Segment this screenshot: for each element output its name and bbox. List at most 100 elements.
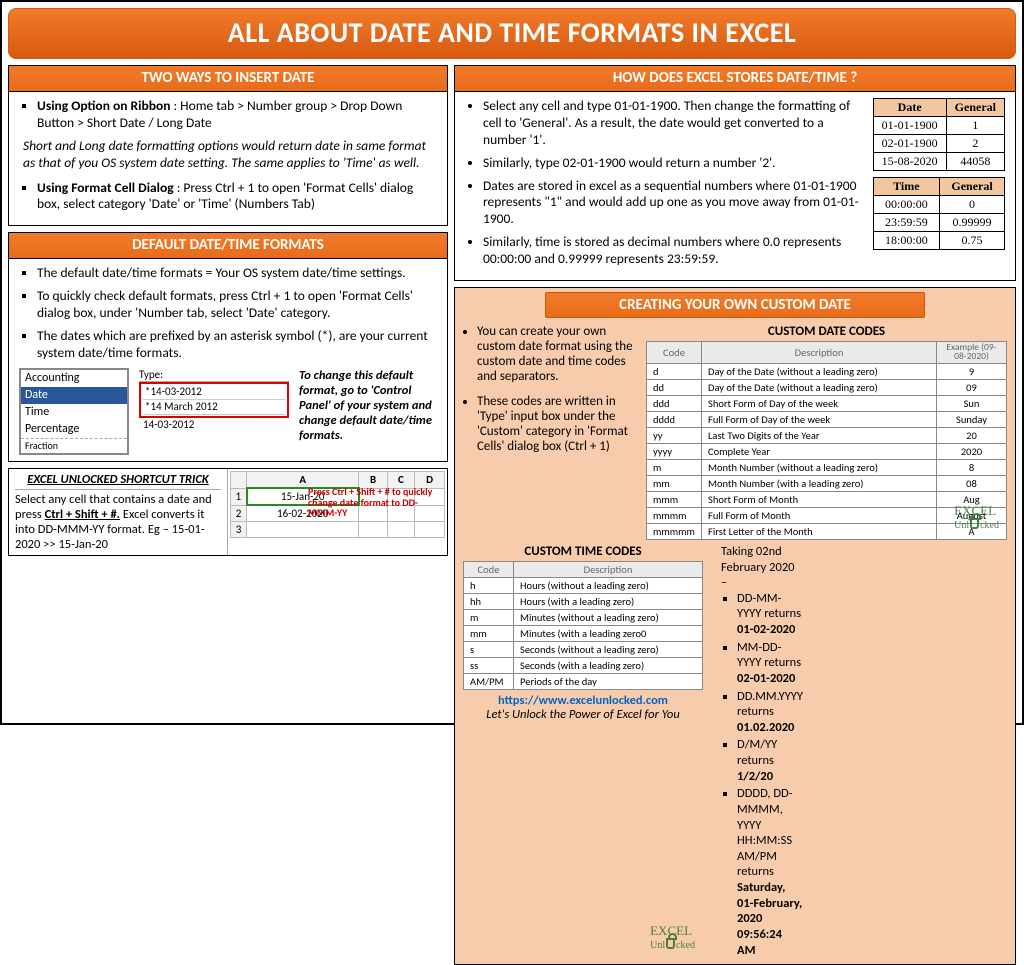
date-code-row: yyyyComplete Year2020 <box>647 443 1007 459</box>
time-code-row: sSeconds (without a leading zero) <box>464 641 703 657</box>
heading-default-formats: DEFAULT DATE/TIME FORMATS <box>9 233 447 259</box>
tt-r2c0: 18:00:00 <box>873 232 939 250</box>
heading-two-ways: TWO WAYS TO INSERT DATE <box>9 66 447 92</box>
trick-callout: Press Ctrl + Shift + # to quickly change… <box>308 487 443 519</box>
date-code-row: yyLast Two Digits of the Year20 <box>647 427 1007 443</box>
time-code-row: mmMinutes (with a leading zero0 <box>464 625 703 641</box>
date-codes-block: CUSTOM DATE CODES Code Description Examp… <box>646 324 1007 540</box>
page-title: ALL ABOUT DATE AND TIME FORMATS IN EXCEL <box>8 8 1016 59</box>
time-code-row: ssSeconds (with a leading zero) <box>464 657 703 673</box>
date-code-row: mmMonth Number (with a leading zero)08 <box>647 475 1007 491</box>
stores-b1: Select any cell and type 01-01-1900. The… <box>483 98 865 149</box>
time-code-row: mMinutes (without a leading zero) <box>464 609 703 625</box>
cat-accounting: Accounting <box>21 370 127 387</box>
tt-r1c0: 23:59:59 <box>873 214 939 232</box>
date-code-row: dDay of the Date (without a leading zero… <box>647 363 1007 379</box>
defaults-change-note: To change this default format, go to 'Co… <box>299 368 437 443</box>
dt-r2c1: 44058 <box>946 153 1004 171</box>
tt-h1: Time <box>873 178 939 196</box>
time-codes-title: CUSTOM TIME CODES <box>463 544 703 559</box>
tt-h2: General <box>940 178 1005 196</box>
date-code-row: mmmmmFirst Letter of the MonthA <box>647 523 1007 539</box>
tt-r0c0: 00:00:00 <box>873 196 939 214</box>
ex-4: D/M/YY returns 1/2/20 <box>737 737 803 784</box>
date-codes-table: Code Description Example (09-08-2020) dD… <box>646 341 1007 540</box>
date-code-row: ddddFull Form of Day of the weekSunday <box>647 411 1007 427</box>
defaults-b2: To quickly check default formats, press … <box>37 288 437 322</box>
card-default-formats: DEFAULT DATE/TIME FORMATS The default da… <box>8 232 448 462</box>
ex-2: MM-DD-YYYY returns 02-01-2020 <box>737 640 803 687</box>
dc-h0: Code <box>647 341 702 363</box>
row-3: 3 <box>231 522 247 538</box>
two-ways-item-1: Using Option on Ribbon : Home tab > Numb… <box>37 98 437 132</box>
type-0: *14-03-2012 <box>143 385 285 400</box>
stores-b2: Similarly, type 02-01-1900 would return … <box>483 155 865 172</box>
opt1-label: Using Option on Ribbon <box>37 97 170 114</box>
type-2: 14-03-2012 <box>139 418 289 432</box>
ex-3: DD.MM.YYYY returns 01.02.2020 <box>737 689 803 736</box>
stores-b3: Dates are stored in excel as a sequentia… <box>483 178 865 229</box>
card-two-ways: TWO WAYS TO INSERT DATE Using Option on … <box>8 65 448 226</box>
stores-b4: Similarly, time is stored as decimal num… <box>483 234 865 268</box>
watermark-icon-2: EXCEL Unlcked <box>650 925 695 950</box>
examples-block: Taking 02nd February 2020 – DD-MM-YYYY r… <box>715 544 803 960</box>
time-codes-block: CUSTOM TIME CODES Code Description hHour… <box>463 544 703 960</box>
tc-h1: Description <box>514 561 703 577</box>
time-code-row: hHours (without a leading zero) <box>464 577 703 593</box>
card-shortcut-trick: EXCEL UNLOCKED SHORTCUT TRICK Select any… <box>8 468 448 556</box>
dt-r1c1: 2 <box>946 135 1004 153</box>
time-general-table: TimeGeneral 00:00:000 23:59:590.99999 18… <box>873 177 1005 250</box>
defaults-b1: The default date/time formats = Your OS … <box>37 265 437 282</box>
two-ways-note: Short and Long date formatting options w… <box>23 138 437 172</box>
ex-5: DDDD, DD-MMMM, YYYY HH:MM:SS AM/PM retur… <box>737 786 803 958</box>
card-custom-date: CREATING YOUR OWN CUSTOM DATE You can cr… <box>454 287 1016 965</box>
cat-time: Time <box>21 404 127 421</box>
trick-key: Ctrl + Shift + #. <box>45 507 120 522</box>
time-codes-table: Code Description hHours (without a leadi… <box>463 561 703 690</box>
card-stores: HOW DOES EXCEL STORES DATE/TIME ? Select… <box>454 65 1016 281</box>
date-code-row: mmmmFull Form of MonthAugust <box>647 507 1007 523</box>
dt-h1: Date <box>873 99 946 117</box>
examples-lead: Taking 02nd February 2020 – <box>721 544 803 591</box>
tc-h0: Code <box>464 561 514 577</box>
tt-r2c1: 0.75 <box>940 232 1005 250</box>
trick-title: EXCEL UNLOCKED SHORTCUT TRICK <box>15 472 221 490</box>
dt-r1c0: 02-01-1900 <box>873 135 946 153</box>
footer-link[interactable]: https://www.excelunlocked.com <box>498 693 668 708</box>
date-codes-title: CUSTOM DATE CODES <box>646 324 1007 339</box>
sheet-corner <box>231 472 247 489</box>
custom-intro: You can create your own custom date form… <box>463 324 638 540</box>
heading-custom: CREATING YOUR OWN CUSTOM DATE <box>545 292 926 318</box>
dt-r2c0: 15-08-2020 <box>873 153 946 171</box>
type-1: *14 March 2012 <box>143 400 285 415</box>
ex-1: DD-MM-YYYY returns 01-02-2020 <box>737 591 803 638</box>
opt2-label: Using Format Cell Dialog <box>37 179 174 196</box>
cat-percentage: Percentage <box>21 421 127 438</box>
tt-r0c1: 0 <box>940 196 1005 214</box>
row-2: 2 <box>231 505 247 522</box>
dt-r0c0: 01-01-1900 <box>873 117 946 135</box>
dt-r0c1: 1 <box>946 117 1004 135</box>
tt-r1c1: 0.99999 <box>940 214 1005 232</box>
defaults-b3: The dates which are prefixed by an aster… <box>37 328 437 362</box>
dc-h2: Example (09-08-2020) <box>937 341 1007 363</box>
dc-h1: Description <box>702 341 937 363</box>
date-code-row: mMonth Number (without a leading zero)8 <box>647 459 1007 475</box>
type-label: Type: <box>139 368 289 383</box>
mock-type-list: Type: *14-03-2012 *14 March 2012 14-03-2… <box>139 368 289 432</box>
date-code-row: ddDay of the Date (without a leading zer… <box>647 379 1007 395</box>
heading-stores: HOW DOES EXCEL STORES DATE/TIME ? <box>455 66 1015 92</box>
footer-tagline: Let's Unlock the Power of Excel for You <box>486 707 680 722</box>
dt-h2: General <box>946 99 1004 117</box>
date-code-row: mmmShort Form of MonthAug <box>647 491 1007 507</box>
row-1: 1 <box>231 488 247 505</box>
date-general-table: DateGeneral 01-01-19001 02-01-19002 15-0… <box>873 98 1005 171</box>
date-code-row: dddShort Form of Day of the weekSun <box>647 395 1007 411</box>
time-code-row: AM/PMPeriods of the day <box>464 673 703 689</box>
time-code-row: hhHours (with a leading zero) <box>464 593 703 609</box>
mock-category-list: Accounting Date Time Percentage Fraction <box>19 368 129 456</box>
lock-icon <box>666 938 675 949</box>
cat-date: Date <box>21 387 127 404</box>
two-ways-item-2: Using Format Cell Dialog : Press Ctrl + … <box>37 180 437 214</box>
cat-fraction: Fraction <box>21 438 127 454</box>
